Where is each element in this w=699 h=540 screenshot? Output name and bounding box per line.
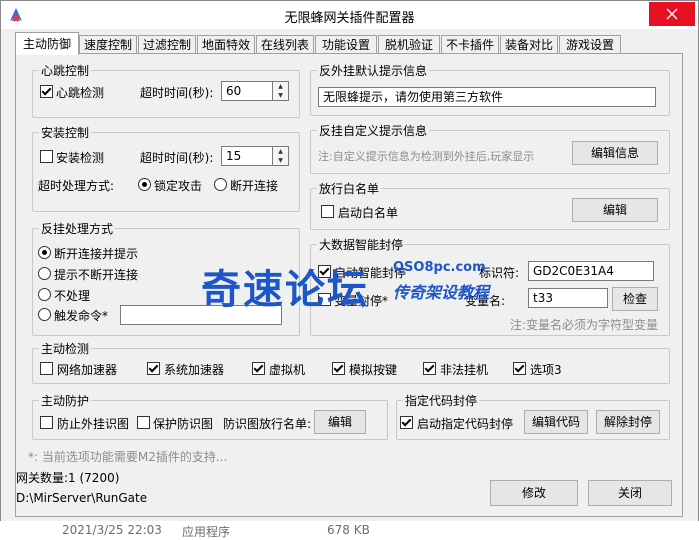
mode-notify-only-label: 提示不断开连接 <box>54 268 139 282</box>
protect-recognition-checkbox[interactable] <box>137 416 150 429</box>
watermark-main: 奇速论坛 <box>201 267 369 313</box>
m2-support-note: *: 当前选项功能需要M2插件的支持... <box>28 450 228 464</box>
variable-note: 注:变量名必须为字符型变量 <box>510 318 659 332</box>
sys-accelerator-checkbox[interactable] <box>147 362 160 375</box>
heartbeat-timeout-label: 超时时间(秒): <box>140 86 214 100</box>
default-tip-legend: 反外挂默认提示信息 <box>319 64 428 78</box>
whitelist-legend: 放行白名单 <box>319 182 380 196</box>
option3-checkbox[interactable] <box>513 362 526 375</box>
identifier-input[interactable]: GD2C0E31A4 <box>528 261 654 281</box>
title-bar: 无限蜂网关插件配置器 <box>1 1 698 29</box>
lock-attack-radio[interactable] <box>138 178 151 191</box>
gateway-path: D:\MirServer\RunGate <box>16 491 148 505</box>
illegal-afk-label: 非法挂机 <box>440 363 489 377</box>
file-type: 应用程序 <box>182 525 231 539</box>
virtual-machine-label: 虚拟机 <box>269 363 306 377</box>
option3-label: 选项3 <box>530 363 562 377</box>
watermark-site: QSO8pc.com <box>393 260 486 275</box>
edit-code-button[interactable]: 编辑代码 <box>524 410 588 434</box>
whitelist-checkbox[interactable] <box>321 205 334 218</box>
mode-disconnect-notify-radio[interactable] <box>38 246 51 259</box>
recognition-whitelist-label: 防识图放行名单: <box>223 417 312 431</box>
active-protect-legend: 主动防护 <box>41 394 90 408</box>
bigdata-legend: 大数据智能封停 <box>319 238 404 252</box>
custom-tip-legend: 反挂自定义提示信息 <box>319 124 428 138</box>
heartbeat-timeout-spinner[interactable]: ▲ ▼ <box>273 81 289 101</box>
install-checkbox[interactable] <box>40 150 53 163</box>
mode-ignore-label: 不处理 <box>54 289 91 303</box>
tab-ground-effects[interactable]: 地面特效 <box>197 35 255 54</box>
mode-ignore-radio[interactable] <box>38 288 51 301</box>
tab-game-settings[interactable]: 游戏设置 <box>559 35 621 54</box>
code-ban-label: 启动指定代码封停 <box>417 417 514 431</box>
close-icon <box>666 8 678 20</box>
simulated-keys-checkbox[interactable] <box>332 362 345 375</box>
close-window-button[interactable] <box>649 2 695 26</box>
anti-plugin-recognition-checkbox[interactable] <box>40 416 53 429</box>
explorer-status-row: 2021/3/25 22:03 应用程序 678 KB <box>0 521 699 540</box>
whitelist-check-label: 启动白名单 <box>338 206 399 220</box>
check-variable-button[interactable]: 检查 <box>612 287 658 311</box>
file-size: 678 KB <box>327 523 370 537</box>
heartbeat-checkbox[interactable] <box>40 85 53 98</box>
mode-trigger-command-label: 触发命令* <box>54 309 109 323</box>
tab-function-settings[interactable]: 功能设置 <box>315 35 377 54</box>
sys-accelerator-label: 系统加速器 <box>164 363 225 377</box>
close-button[interactable]: 关闭 <box>588 480 672 506</box>
code-ban-legend: 指定代码封停 <box>405 394 478 408</box>
install-legend: 安装控制 <box>41 126 90 140</box>
tab-smooth-plugin[interactable]: 不卡插件 <box>441 35 499 54</box>
install-group: 安装控制 <box>32 124 300 212</box>
gateway-count: 网关数量:1 (7200) <box>16 471 120 485</box>
protect-recognition-label: 保护防识图 <box>153 417 214 431</box>
tab-speed-control[interactable]: 速度控制 <box>79 35 137 54</box>
install-timeout-spinner[interactable]: ▲ ▼ <box>273 146 289 166</box>
net-accelerator-label: 网络加速器 <box>57 363 118 377</box>
install-timeout-label: 超时时间(秒): <box>140 151 214 165</box>
net-accelerator-checkbox[interactable] <box>40 362 53 375</box>
anticheat-mode-legend: 反挂处理方式 <box>41 222 114 236</box>
release-ban-button[interactable]: 解除封停 <box>596 410 660 434</box>
disconnect-radio[interactable] <box>214 178 227 191</box>
tab-filter-control[interactable]: 过滤控制 <box>138 35 196 54</box>
tab-offline-verify[interactable]: 脱机验证 <box>378 35 440 54</box>
config-window: 无限蜂网关插件配置器 主动防御 速度控制 过滤控制 地面特效 在线列表 功能设置… <box>0 0 699 522</box>
default-tip-input[interactable]: 无限蜂提示，请勿使用第三方软件 <box>318 87 656 107</box>
active-detect-legend: 主动检测 <box>41 342 90 356</box>
illegal-afk-checkbox[interactable] <box>423 362 436 375</box>
tab-equipment-compare[interactable]: 装备对比 <box>500 35 558 54</box>
custom-tip-note: 注:自定义提示信息为检测到外挂后,玩家显示 <box>318 150 535 163</box>
window-title: 无限蜂网关插件配置器 <box>284 11 415 26</box>
disconnect-label: 断开连接 <box>230 179 279 193</box>
lock-attack-label: 锁定攻击 <box>154 179 203 193</box>
virtual-machine-checkbox[interactable] <box>252 362 265 375</box>
install-timeout-input[interactable]: 15 <box>221 146 273 166</box>
install-mode-label: 超时处理方式: <box>38 179 115 193</box>
code-ban-checkbox[interactable] <box>400 416 413 429</box>
install-check-label: 安装检测 <box>56 151 105 165</box>
whitelist-edit-button[interactable]: 编辑 <box>572 198 658 222</box>
mode-notify-only-radio[interactable] <box>38 267 51 280</box>
tab-online-list[interactable]: 在线列表 <box>256 35 314 54</box>
recognition-whitelist-edit-button[interactable]: 编辑 <box>314 410 366 434</box>
heartbeat-check-label: 心跳检测 <box>56 86 105 100</box>
file-date: 2021/3/25 22:03 <box>62 523 162 537</box>
heartbeat-legend: 心跳控制 <box>41 64 90 78</box>
simulated-keys-label: 模拟按键 <box>349 363 398 377</box>
mode-trigger-command-radio[interactable] <box>38 308 51 321</box>
variable-name-input[interactable]: t33 <box>528 288 608 308</box>
anti-plugin-recognition-label: 防止外挂识图 <box>57 417 130 431</box>
tab-active-defense[interactable]: 主动防御 <box>15 32 79 55</box>
edit-info-button[interactable]: 编辑信息 <box>572 141 658 165</box>
watermark-sub: 传奇架设教程 <box>393 283 490 302</box>
modify-button[interactable]: 修改 <box>490 480 578 506</box>
mode-disconnect-notify-label: 断开连接并提示 <box>54 247 139 261</box>
heartbeat-timeout-input[interactable]: 60 <box>221 81 273 101</box>
